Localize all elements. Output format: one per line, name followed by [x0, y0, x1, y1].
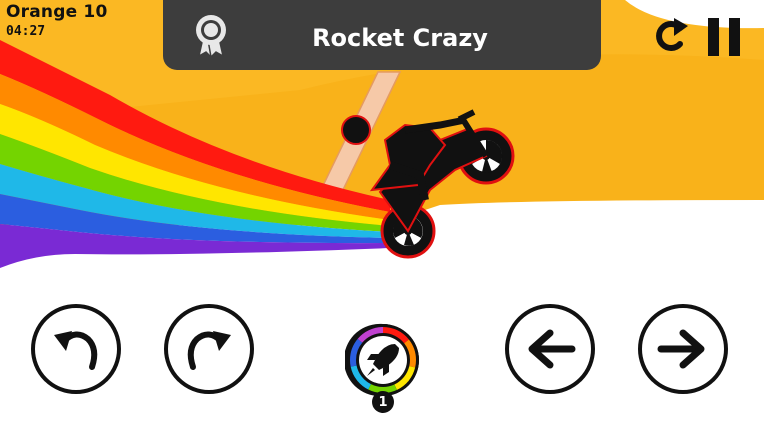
- rotate-clockwise-icon: [187, 331, 231, 370]
- level-banner: Rocket Crazy: [163, 0, 601, 70]
- level-title: Rocket Crazy: [312, 24, 488, 52]
- timer: 04:27: [6, 24, 46, 39]
- lean-back-button[interactable]: [31, 304, 121, 394]
- arrow-left-icon: [528, 329, 576, 369]
- restart-icon: [656, 18, 688, 51]
- rider-helmet: [341, 115, 371, 145]
- accelerate-button[interactable]: [638, 304, 728, 394]
- arrow-right-icon: [657, 329, 705, 369]
- pause-button[interactable]: [704, 14, 744, 60]
- level-name: Orange 10: [6, 2, 108, 22]
- boost-count: 1: [378, 395, 388, 410]
- brake-button[interactable]: [505, 304, 595, 394]
- restart-button[interactable]: [650, 14, 690, 60]
- rotate-counterclockwise-icon: [54, 331, 98, 370]
- pause-icon: [708, 18, 740, 56]
- lean-forward-button[interactable]: [164, 304, 254, 394]
- rocket-boost-button[interactable]: 1: [343, 322, 421, 418]
